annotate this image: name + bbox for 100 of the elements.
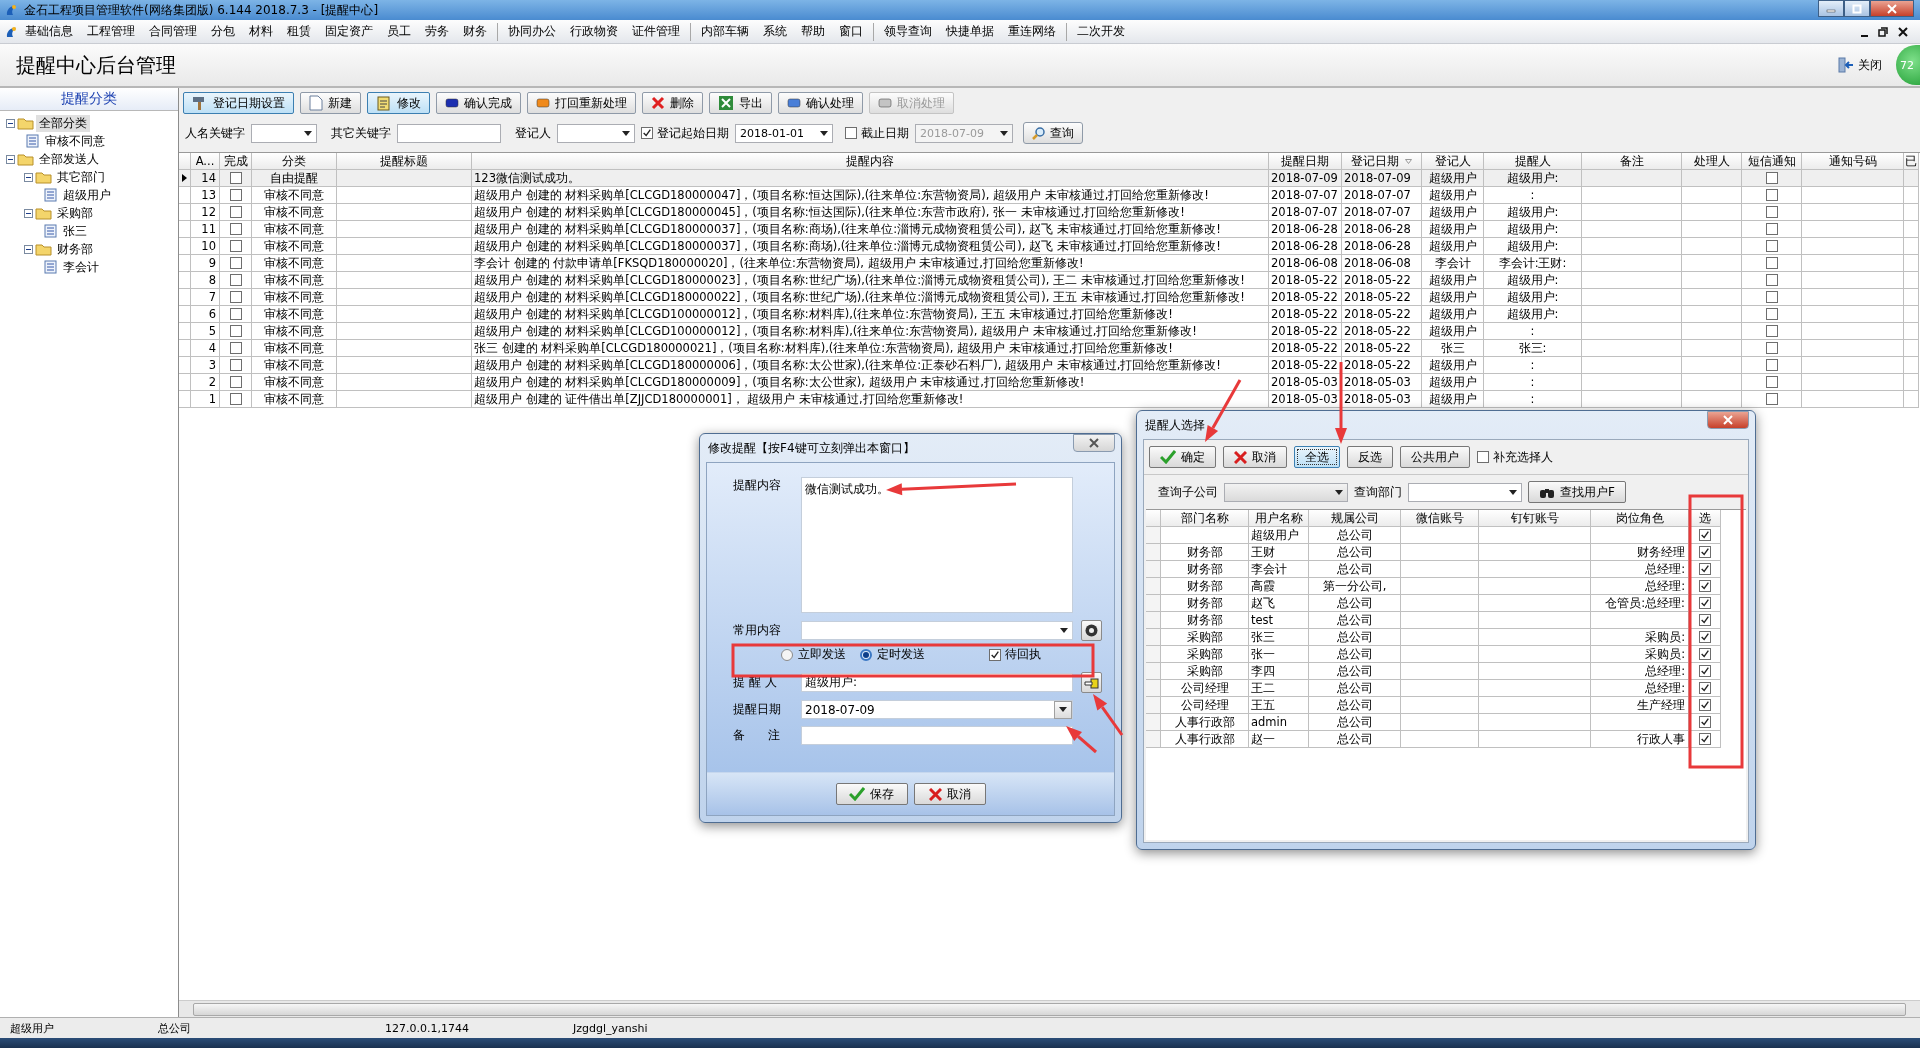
radio-button[interactable]: 定时发送 <box>860 646 925 663</box>
checkbox[interactable] <box>229 342 242 354</box>
checkbox[interactable] <box>1698 682 1711 694</box>
menu-item[interactable]: 分包 <box>204 21 242 42</box>
menu-item[interactable]: 基础信息 <box>18 21 80 42</box>
menu-item[interactable]: 系统 <box>756 21 794 42</box>
tree-item[interactable]: 审核不同意 <box>42 132 108 150</box>
menu-item[interactable]: 工程管理 <box>80 21 142 42</box>
checkbox[interactable] <box>1765 359 1778 371</box>
checkbox[interactable] <box>229 393 242 405</box>
menu-item[interactable]: 固定资产 <box>318 21 380 42</box>
checkbox[interactable] <box>1698 597 1711 609</box>
checkbox[interactable] <box>229 359 242 371</box>
checkbox[interactable] <box>1698 699 1711 711</box>
column-header[interactable]: 提醒日期 <box>1269 153 1342 170</box>
checkbox[interactable] <box>989 648 1001 661</box>
menu-item[interactable]: 协同办公 <box>501 21 563 42</box>
checkbox[interactable] <box>1765 325 1778 337</box>
checkbox[interactable] <box>229 274 242 286</box>
checkbox[interactable] <box>1765 342 1778 354</box>
tree-item[interactable]: 其它部门 <box>54 168 108 186</box>
checkbox[interactable] <box>229 223 242 235</box>
dialog-button[interactable]: 反选 <box>1347 446 1393 468</box>
maximize-button[interactable] <box>1844 0 1870 17</box>
horizontal-scrollbar[interactable] <box>179 1000 1920 1017</box>
column-header[interactable]: 提醒内容 <box>472 153 1269 170</box>
column-header[interactable]: 提醒标题 <box>337 153 472 170</box>
close-button[interactable] <box>1707 411 1749 429</box>
checkbox[interactable] <box>1765 376 1778 388</box>
minimize-button[interactable] <box>1818 0 1844 17</box>
column-header[interactable]: 提醒人 <box>1484 153 1582 170</box>
tree-item[interactable]: 超级用户 <box>60 186 114 204</box>
menu-item[interactable]: 二次开发 <box>1070 21 1132 42</box>
close-button[interactable]: 关闭 <box>1832 55 1888 75</box>
column-header[interactable]: 规属公司 <box>1309 510 1401 527</box>
tree-item[interactable]: 李会计 <box>60 258 102 276</box>
checkbox[interactable] <box>1765 172 1778 184</box>
checkbox[interactable] <box>1765 393 1778 405</box>
collapse-icon[interactable] <box>24 208 33 218</box>
dialog-button[interactable]: 保存 <box>835 783 908 805</box>
collapse-icon[interactable] <box>24 172 33 182</box>
dialog-button[interactable]: 公共用户 <box>1400 446 1470 468</box>
column-header[interactable]: 用户名称 <box>1249 510 1309 527</box>
toolbar-button[interactable]: 登记日期设置 <box>183 92 294 114</box>
query-button[interactable]: 查询 <box>1023 122 1083 144</box>
checkbox[interactable] <box>1477 451 1489 463</box>
checkbox[interactable] <box>1698 665 1711 677</box>
checkbox[interactable] <box>1698 580 1711 592</box>
checkbox[interactable] <box>229 189 242 201</box>
menu-item[interactable]: 窗口 <box>832 21 870 42</box>
checkbox[interactable] <box>1698 546 1711 558</box>
column-header[interactable]: 登记人 <box>1422 153 1484 170</box>
checkbox[interactable] <box>229 325 242 337</box>
checkbox[interactable] <box>845 127 857 139</box>
toolbar-button[interactable]: 确认处理 <box>778 92 863 114</box>
menu-item[interactable]: 财务 <box>456 21 494 42</box>
menu-item[interactable]: 行政物资 <box>563 21 625 42</box>
settings-button[interactable] <box>1081 620 1102 641</box>
date-field[interactable]: 2018-07-09 <box>801 700 1073 719</box>
menu-item[interactable]: 帮助 <box>794 21 832 42</box>
close-button[interactable] <box>1870 0 1914 17</box>
menu-item[interactable]: 员工 <box>380 21 418 42</box>
dialog-button[interactable]: 确定 <box>1149 446 1216 468</box>
tree-item[interactable]: 财务部 <box>54 240 96 258</box>
column-header[interactable]: 通知号码 <box>1802 153 1904 170</box>
column-header[interactable]: 部门名称 <box>1161 510 1249 527</box>
tree-item[interactable]: 张三 <box>60 222 90 240</box>
checkbox[interactable] <box>1765 308 1778 320</box>
toolbar-button[interactable]: 导出 <box>709 92 772 114</box>
radio-button[interactable]: 立即发送 <box>781 646 846 663</box>
checkbox[interactable] <box>1698 716 1711 728</box>
checkbox[interactable] <box>229 308 242 320</box>
column-header[interactable]: 处理人 <box>1682 153 1742 170</box>
menu-item[interactable]: 证件管理 <box>625 21 687 42</box>
checkbox[interactable] <box>229 172 242 184</box>
checkbox[interactable] <box>1765 274 1778 286</box>
tree-item[interactable]: 全部发送人 <box>36 150 102 168</box>
checkbox[interactable] <box>1698 529 1711 541</box>
checkbox[interactable] <box>641 127 653 139</box>
column-header[interactable]: 微信账号 <box>1401 510 1479 527</box>
column-header[interactable]: 完成 <box>220 153 252 170</box>
checkbox[interactable] <box>229 240 242 252</box>
checkbox[interactable] <box>229 257 242 269</box>
find-user-button[interactable]: 查找用户F <box>1528 481 1626 503</box>
row-header[interactable] <box>179 170 191 187</box>
checkbox[interactable] <box>1765 240 1778 252</box>
checkbox[interactable] <box>1765 189 1778 201</box>
dialog-button[interactable]: 全选 <box>1294 446 1340 468</box>
collapse-icon[interactable] <box>6 154 15 164</box>
toolbar-button[interactable]: 修改 <box>367 92 430 114</box>
toolbar-button[interactable]: 删除 <box>642 92 703 114</box>
menu-item[interactable]: 材料 <box>242 21 280 42</box>
dropdown-button[interactable] <box>1054 700 1072 719</box>
column-header[interactable]: 已 <box>1904 153 1919 170</box>
column-header[interactable]: 岗位角色 <box>1591 510 1689 527</box>
content-textarea[interactable]: 微信测试成功。 <box>801 477 1073 613</box>
note-field[interactable] <box>801 726 1073 745</box>
checkbox[interactable] <box>1765 291 1778 303</box>
column-header[interactable]: 钉钉账号 <box>1479 510 1591 527</box>
menu-item[interactable]: 领导查询 <box>877 21 939 42</box>
